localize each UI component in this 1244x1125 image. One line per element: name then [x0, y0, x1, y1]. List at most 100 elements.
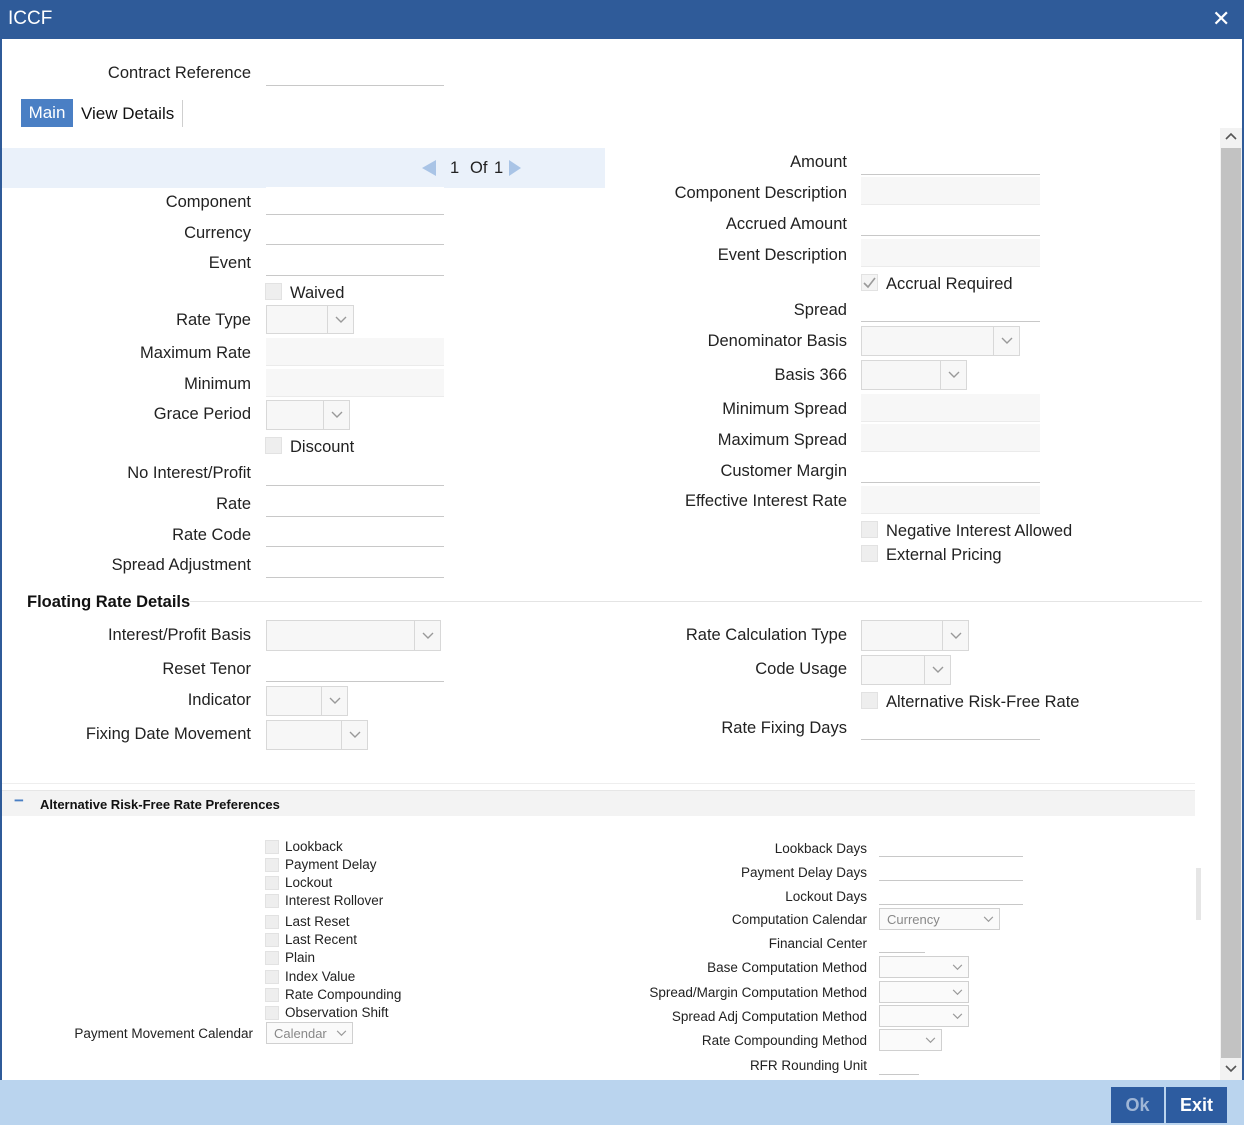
customer-margin-input[interactable] [861, 455, 1040, 483]
payment-delay-label: Payment Delay [285, 857, 377, 872]
chevron-down-icon [414, 621, 440, 650]
rate-calculation-type-label: Rate Calculation Type [685, 626, 847, 644]
chevron-up-icon[interactable] [1225, 132, 1237, 140]
no-interest-profit-input[interactable] [266, 458, 444, 486]
index-value-checkbox[interactable] [265, 970, 279, 984]
exit-button[interactable]: Exit [1166, 1087, 1227, 1123]
interest-profit-basis-label: Interest/Profit Basis [107, 626, 251, 644]
fixing-date-movement-select[interactable] [266, 720, 368, 750]
rate-code-label: Rate Code [172, 526, 251, 544]
accrued-amount-input[interactable] [861, 208, 1040, 236]
lookback-checkbox[interactable] [265, 840, 279, 854]
triangle-left-icon[interactable] [421, 159, 437, 177]
minimum-input[interactable] [266, 369, 444, 397]
indicator-select[interactable] [266, 686, 348, 716]
rate-input[interactable] [266, 489, 444, 517]
chevron-down-icon [336, 1023, 347, 1043]
chevron-down-icon [924, 656, 950, 684]
computation-calendar-value: Currency [887, 912, 940, 927]
payment-movement-calendar-select[interactable]: Calendar [266, 1022, 353, 1044]
last-reset-checkbox[interactable] [265, 915, 279, 929]
alternative-risk-free-rate-checkbox[interactable] [861, 692, 878, 709]
pager-current: 1 [450, 159, 460, 177]
financial-center-input[interactable] [879, 931, 925, 953]
discount-checkbox[interactable] [265, 437, 282, 454]
event-description-input[interactable] [861, 239, 1040, 267]
rfr-rounding-unit-input[interactable] [879, 1053, 919, 1075]
code-usage-label: Code Usage [755, 660, 847, 678]
interest-profit-basis-select[interactable] [266, 620, 441, 651]
rate-code-input[interactable] [266, 519, 444, 547]
lockout-checkbox[interactable] [265, 876, 279, 890]
payment-delay-checkbox[interactable] [265, 858, 279, 872]
component-label: Component [165, 193, 251, 211]
chevron-down-icon [952, 1006, 963, 1026]
section-divider [190, 601, 1202, 602]
computation-calendar-select[interactable]: Currency [879, 908, 1000, 930]
lookback-days-input[interactable] [879, 835, 1023, 857]
component-input[interactable] [266, 187, 444, 215]
grace-period-select[interactable] [266, 400, 350, 430]
chevron-down-icon [940, 361, 966, 389]
effective-interest-rate-input[interactable] [861, 486, 1040, 514]
spread-adj-computation-method-select[interactable] [879, 1005, 969, 1027]
external-pricing-checkbox[interactable] [861, 545, 878, 562]
collapse-icon[interactable]: − [14, 791, 24, 811]
minimum-spread-input[interactable] [861, 394, 1040, 422]
maximum-rate-input[interactable] [266, 338, 444, 366]
denominator-basis-select[interactable] [861, 326, 1020, 356]
base-computation-method-select[interactable] [879, 956, 969, 978]
spread-input[interactable] [861, 294, 1040, 322]
rate-type-select[interactable] [266, 305, 354, 334]
rate-compounding-label: Rate Compounding [285, 987, 402, 1002]
component-description-label: Component Description [674, 184, 847, 202]
accrual-required-label: Accrual Required [886, 275, 1013, 293]
last-recent-checkbox[interactable] [265, 933, 279, 947]
close-icon[interactable]: ✕ [1212, 7, 1230, 31]
no-interest-profit-label: No Interest/Profit [127, 464, 251, 482]
spread-margin-computation-method-select[interactable] [879, 981, 969, 1003]
observation-shift-label: Observation Shift [285, 1005, 389, 1020]
basis-366-select[interactable] [861, 360, 967, 390]
waived-checkbox[interactable] [265, 283, 282, 300]
currency-input[interactable] [266, 217, 444, 245]
event-label: Event [208, 254, 251, 272]
spread-adjustment-input[interactable] [266, 550, 444, 578]
tab-main[interactable]: Main [21, 99, 73, 127]
event-description-label: Event Description [717, 246, 847, 264]
observation-shift-checkbox[interactable] [265, 1006, 279, 1020]
rate-fixing-days-input[interactable] [861, 712, 1040, 740]
triangle-right-icon[interactable] [508, 159, 522, 177]
rate-label: Rate [216, 495, 251, 513]
contract-reference-input[interactable] [266, 58, 444, 86]
accrual-required-checkbox[interactable] [861, 274, 878, 291]
plain-label: Plain [285, 950, 316, 965]
rate-compounding-method-select[interactable] [879, 1029, 942, 1051]
amount-input[interactable] [861, 147, 1040, 175]
chevron-down-icon [952, 957, 963, 977]
reset-tenor-input[interactable] [266, 654, 444, 682]
chevron-down-icon [323, 401, 349, 429]
plain-checkbox[interactable] [265, 951, 279, 965]
inner-scroll-indicator [1196, 868, 1201, 920]
tab-view-details[interactable]: View Details [81, 104, 174, 124]
lockout-days-input[interactable] [879, 883, 1023, 905]
grace-period-label: Grace Period [153, 405, 251, 423]
customer-margin-label: Customer Margin [720, 462, 847, 480]
payment-delay-days-input[interactable] [879, 859, 1023, 881]
rate-compounding-checkbox[interactable] [265, 988, 279, 1002]
interest-rollover-checkbox[interactable] [265, 894, 279, 908]
ok-button[interactable]: Ok [1111, 1087, 1164, 1123]
scroll-thumb[interactable] [1221, 148, 1241, 1058]
event-input[interactable] [266, 248, 444, 276]
rate-calculation-type-select[interactable] [861, 620, 969, 651]
maximum-spread-input[interactable] [861, 424, 1040, 452]
pager-total: 1 [494, 159, 504, 177]
currency-label: Currency [184, 224, 251, 242]
component-description-input[interactable] [861, 177, 1040, 205]
chevron-down-icon[interactable] [1225, 1065, 1237, 1073]
chevron-down-icon [321, 687, 347, 715]
code-usage-select[interactable] [861, 655, 951, 685]
negative-interest-allowed-checkbox[interactable] [861, 521, 878, 538]
tab-separator [182, 100, 183, 127]
